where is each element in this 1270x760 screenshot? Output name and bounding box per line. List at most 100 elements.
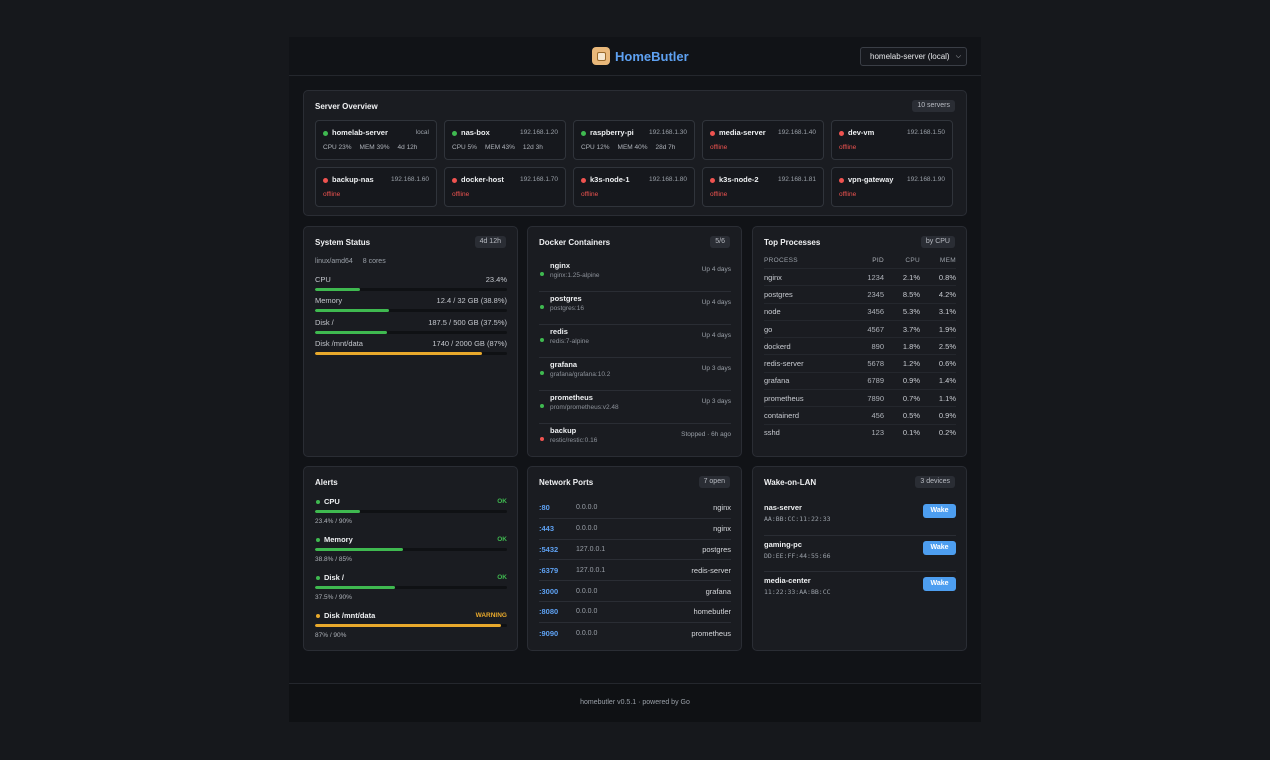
header-process[interactable]: PROCESS bbox=[764, 257, 848, 268]
progress-fill bbox=[315, 624, 501, 627]
server-stats: CPU 23% MEM 39% 4d 12h bbox=[323, 144, 417, 151]
status-dot-icon bbox=[839, 131, 844, 136]
process-mem: 1.1% bbox=[938, 393, 956, 403]
progress-bar bbox=[315, 352, 507, 355]
server-stats: CPU 5% MEM 43% 12d 3h bbox=[452, 144, 543, 151]
wol-device: media-center 11:22:33:AA:BB:CC Wake bbox=[764, 572, 956, 609]
alert-name: Disk / bbox=[324, 573, 345, 582]
server-mem: MEM 43% bbox=[484, 144, 515, 151]
server-card[interactable]: docker-host 192.168.1.70 offline bbox=[444, 167, 566, 207]
container-status: Up 3 days bbox=[701, 398, 731, 405]
header: HomeButler homelab-server (local) ⌵ bbox=[289, 37, 981, 76]
port-process: homebutler bbox=[693, 607, 731, 617]
port-number[interactable]: :443 bbox=[539, 524, 576, 533]
device-name: media-center bbox=[764, 576, 811, 585]
header-mem[interactable]: MEM bbox=[920, 257, 956, 268]
card-title: Network Ports bbox=[539, 478, 594, 487]
table-row: sshd 123 0.1% 0.2% bbox=[764, 423, 956, 441]
usage-meter: Memory 12.4 / 32 GB (38.8%) bbox=[315, 296, 507, 312]
container-item[interactable]: grafana grafana/grafana:10.2 Up 3 days bbox=[539, 358, 731, 391]
port-row: :6379 127.0.0.1 redis-server bbox=[539, 560, 731, 582]
server-name: nas-box bbox=[461, 128, 490, 137]
process-cpu: 1.8% bbox=[902, 341, 920, 351]
server-card[interactable]: backup-nas 192.168.1.60 offline bbox=[315, 167, 437, 207]
server-name: vpn-gateway bbox=[848, 175, 894, 184]
wake-button[interactable]: Wake bbox=[923, 540, 956, 555]
port-row: :443 0.0.0.0 nginx bbox=[539, 519, 731, 540]
wake-button[interactable]: Wake bbox=[923, 504, 956, 518]
server-card[interactable]: raspberry-pi 192.168.1.30 CPU 12% MEM 40% 28… bbox=[573, 120, 695, 160]
status-dot-icon bbox=[323, 131, 328, 136]
port-number[interactable]: :8080 bbox=[539, 607, 576, 616]
server-select[interactable]: homelab-server (local) ⌵ bbox=[860, 47, 967, 66]
process-mem: 1.9% bbox=[938, 324, 956, 334]
footer-text: homebutler v0.5.1 · powered by Go bbox=[580, 699, 690, 706]
offline-label: offline bbox=[710, 144, 728, 151]
alert-item: Disk / OK 37.5% / 90% bbox=[315, 573, 507, 611]
server-card[interactable]: dev-vm 192.168.1.50 offline bbox=[831, 120, 953, 160]
process-cpu: 0.9% bbox=[902, 376, 920, 386]
sort-badge: by CPU bbox=[920, 236, 955, 248]
status-dot-icon bbox=[316, 576, 320, 580]
container-status: Up 4 days bbox=[701, 332, 731, 339]
container-item[interactable]: backup restic/restic:0.16 Stopped · 6h ago bbox=[539, 424, 731, 457]
process-mem: 4.2% bbox=[938, 289, 956, 299]
port-process: postgres bbox=[702, 544, 731, 554]
brand[interactable]: HomeButler bbox=[592, 47, 689, 65]
wake-button[interactable]: Wake bbox=[923, 577, 956, 591]
server-card[interactable]: k3s-node-1 192.168.1.80 offline bbox=[573, 167, 695, 207]
container-list: nginx nginx:1.25-alpine Up 4 days postgres p… bbox=[539, 259, 731, 457]
container-status: Up 3 days bbox=[701, 365, 731, 372]
server-card[interactable]: k3s-node-2 192.168.1.81 offline bbox=[702, 167, 824, 207]
server-ip: 192.168.1.80 bbox=[649, 176, 687, 183]
progress-bar bbox=[315, 288, 507, 291]
server-ip: 192.168.1.70 bbox=[520, 176, 558, 183]
port-row: :80 0.0.0.0 nginx bbox=[539, 498, 731, 519]
server-card[interactable]: nas-box 192.168.1.20 CPU 5% MEM 43% 12d 3h bbox=[444, 120, 566, 160]
port-number[interactable]: :5432 bbox=[539, 545, 576, 554]
progress-bar bbox=[315, 309, 507, 312]
server-cpu: CPU 5% bbox=[452, 144, 477, 151]
uptime-badge: 4d 12h bbox=[474, 236, 506, 248]
container-item[interactable]: prometheus prom/prometheus:v2.48 Up 3 days bbox=[539, 391, 731, 424]
meter-value: 12.4 / 32 GB (38.8%) bbox=[436, 296, 507, 305]
card-title: Alerts bbox=[315, 478, 338, 487]
port-number[interactable]: :3000 bbox=[539, 587, 576, 596]
server-mem: MEM 40% bbox=[617, 144, 648, 151]
server-grid: homelab-server local CPU 23% MEM 39% 4d 12h n… bbox=[315, 120, 953, 207]
container-item[interactable]: redis redis:7-alpine Up 4 days bbox=[539, 325, 731, 358]
offline-label: offline bbox=[581, 191, 599, 198]
header-pid[interactable]: PID bbox=[848, 257, 884, 268]
server-ip: 192.168.1.81 bbox=[778, 176, 816, 183]
meter-value: 1740 / 2000 GB (87%) bbox=[432, 339, 507, 348]
container-item[interactable]: postgres postgres:16 Up 4 days bbox=[539, 292, 731, 325]
container-item[interactable]: nginx nginx:1.25-alpine Up 4 days bbox=[539, 259, 731, 292]
process-name: redis-server bbox=[764, 359, 804, 369]
process-mem: 0.2% bbox=[938, 428, 956, 438]
progress-bar bbox=[315, 331, 507, 334]
progress-fill bbox=[315, 309, 390, 312]
container-image: postgres:16 bbox=[550, 305, 584, 312]
header-cpu[interactable]: CPU bbox=[884, 257, 920, 268]
status-dot-icon bbox=[316, 614, 320, 618]
port-number[interactable]: :6379 bbox=[539, 566, 576, 575]
offline-label: offline bbox=[452, 191, 470, 198]
offline-label: offline bbox=[710, 191, 728, 198]
process-cpu: 0.1% bbox=[902, 428, 920, 438]
status-dot-icon bbox=[452, 178, 457, 183]
ports-badge: 7 open bbox=[698, 476, 730, 488]
port-row: :9090 0.0.0.0 prometheus bbox=[539, 623, 731, 644]
alert-value: 38.8% / 85% bbox=[315, 556, 352, 563]
table-row: node 3456 5.3% 3.1% bbox=[764, 302, 956, 320]
server-card[interactable]: media-server 192.168.1.40 offline bbox=[702, 120, 824, 160]
server-count-badge: 10 servers bbox=[912, 100, 955, 112]
port-number[interactable]: :80 bbox=[539, 503, 576, 512]
server-card[interactable]: homelab-server local CPU 23% MEM 39% 4d 12h bbox=[315, 120, 437, 160]
cores-label: 8 cores bbox=[362, 258, 386, 265]
container-name: grafana bbox=[550, 360, 578, 369]
container-name: prometheus bbox=[550, 393, 593, 402]
device-name: gaming-pc bbox=[764, 539, 802, 549]
alert-item: Disk /mnt/data WARNING 87% / 90% bbox=[315, 611, 507, 649]
server-card[interactable]: vpn-gateway 192.168.1.90 offline bbox=[831, 167, 953, 207]
port-number[interactable]: :9090 bbox=[539, 629, 576, 638]
